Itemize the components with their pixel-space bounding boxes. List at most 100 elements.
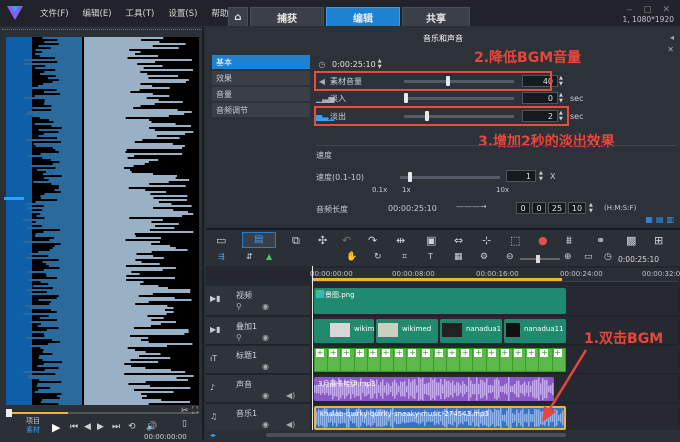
end-icon[interactable]: ⏭ bbox=[112, 422, 120, 432]
title-clip[interactable]: + bbox=[315, 349, 328, 371]
settings-icon[interactable]: ⚙ bbox=[480, 252, 488, 262]
text-icon[interactable]: T bbox=[428, 252, 433, 261]
length-spinner[interactable]: ▲ ▼ bbox=[589, 202, 597, 214]
toolbar-timecode[interactable]: 0:00:25:10 bbox=[618, 255, 659, 264]
title-clip[interactable]: + bbox=[341, 349, 354, 371]
loop-icon[interactable]: ↻ bbox=[374, 252, 382, 262]
home-start-icon[interactable]: ⏮ bbox=[70, 422, 78, 432]
track-manager-icon[interactable]: ⇶ bbox=[218, 252, 225, 261]
zoom-slider[interactable] bbox=[520, 255, 560, 263]
effects-icon[interactable]: ✣ bbox=[318, 234, 327, 247]
mute-icon[interactable]: ◉ bbox=[262, 333, 269, 342]
split-icon[interactable]: ⇹ bbox=[396, 234, 405, 247]
fullscreen-icon[interactable]: ⛶ bbox=[192, 406, 198, 416]
volume-icon[interactable]: ◀) bbox=[286, 420, 295, 429]
panel-grip[interactable] bbox=[2, 29, 202, 33]
next-frame-icon[interactable]: ▶ bbox=[97, 422, 104, 432]
speed-input[interactable]: 1 bbox=[506, 170, 536, 182]
repeat-icon[interactable]: ⟲ bbox=[128, 422, 136, 432]
overlay-clip[interactable]: wikime bbox=[314, 319, 374, 343]
speed-spinner[interactable]: ▲ ▼ bbox=[539, 170, 547, 182]
subtitle-icon[interactable]: ▩ bbox=[626, 234, 636, 247]
length-hours[interactable]: 0 bbox=[516, 202, 530, 214]
duration-value[interactable]: 0:00:25:10 bbox=[332, 60, 376, 69]
close-panel-icon[interactable]: ✕ bbox=[667, 45, 674, 54]
mode-clip[interactable]: 素材 bbox=[26, 426, 40, 435]
list-icon[interactable]: ▥ bbox=[666, 215, 674, 224]
volume-icon[interactable]: 🔊 bbox=[146, 422, 157, 432]
timeline-ruler[interactable]: 00:00:00:00 00:00:08:00 00:00:16:00 00:0… bbox=[310, 268, 680, 282]
side-tab-audio-adjust[interactable]: 音频调节 bbox=[212, 103, 310, 117]
tab-share[interactable]: 共享 bbox=[402, 7, 470, 26]
clip-background-image[interactable]: 背景图.png bbox=[314, 288, 566, 314]
title-clip[interactable]: + bbox=[433, 349, 447, 371]
tab-home[interactable]: ⌂ bbox=[228, 7, 248, 26]
menu-edit[interactable]: 编辑(E) bbox=[83, 7, 112, 19]
tab-capture[interactable]: 捕获 bbox=[250, 7, 324, 26]
device-icon[interactable]: ▯ bbox=[182, 419, 187, 429]
work-area-bar[interactable] bbox=[312, 278, 562, 281]
scrub-handle[interactable] bbox=[6, 409, 12, 417]
title-clip[interactable]: + bbox=[420, 349, 433, 371]
fit-icon[interactable]: ▭ bbox=[584, 252, 593, 262]
collapse-icon[interactable]: ◂ bbox=[670, 33, 674, 42]
marker-icon[interactable]: ▲ bbox=[266, 252, 272, 261]
mode-project[interactable]: 项目 bbox=[26, 417, 40, 426]
title-clip[interactable]: + bbox=[354, 349, 367, 371]
storyboard-view-icon[interactable]: ▭ bbox=[216, 234, 226, 247]
clip-volume-spinner[interactable]: ▲ ▼ bbox=[559, 75, 567, 87]
gallery-icon[interactable]: ▦ bbox=[645, 215, 653, 224]
audio-icon[interactable]: ⩩ bbox=[566, 234, 572, 248]
duration-spinner[interactable]: ▲ ▼ bbox=[378, 58, 386, 70]
title-clip[interactable]: + bbox=[513, 349, 526, 371]
music-clip-bgm[interactable]: khalab-quirky-quirky-sneaky-music-274543… bbox=[314, 406, 566, 430]
timeline-scrollbar[interactable]: ◂▸ bbox=[206, 430, 680, 440]
overlay-clip[interactable]: nanadua11 bbox=[440, 319, 502, 343]
voice-clip[interactable]: 3月最卡哇伊.mp3 bbox=[314, 377, 554, 401]
scroll-thumb[interactable] bbox=[266, 433, 566, 437]
side-tab-basic[interactable]: 基本 bbox=[212, 55, 310, 69]
record-icon[interactable]: ● bbox=[538, 234, 548, 247]
menu-file[interactable]: 文件(F) bbox=[40, 7, 69, 19]
motion-icon[interactable]: ⊹ bbox=[482, 234, 491, 247]
chain-icon[interactable]: ⚭ bbox=[596, 234, 605, 247]
window-controls-icon[interactable]: ‒ ▢ ✕ bbox=[623, 6, 674, 15]
track-header-video[interactable]: ▶▮ 视频 ⚲ ◉ bbox=[206, 286, 310, 316]
track-header-music[interactable]: ♫ 音乐1 ◉ ◀) bbox=[206, 404, 310, 432]
link-icon[interactable]: ⚲ bbox=[236, 333, 242, 342]
title-clip[interactable]: + bbox=[367, 349, 381, 371]
title-clip[interactable]: + bbox=[394, 349, 407, 371]
scissors-icon[interactable]: ✂ bbox=[181, 406, 189, 416]
tab-edit[interactable]: 编辑 bbox=[326, 7, 400, 26]
title-clip[interactable]: + bbox=[460, 349, 473, 371]
side-tab-volume[interactable]: 音量 bbox=[212, 87, 310, 101]
grid-icon[interactable]: ⊞ bbox=[654, 234, 663, 247]
fade-in-knob[interactable] bbox=[404, 92, 408, 103]
speed-slider[interactable] bbox=[400, 172, 500, 182]
scroll-controls-icon[interactable]: ◂▸ bbox=[210, 432, 216, 439]
folder-icon[interactable]: ▤ bbox=[656, 215, 664, 224]
menu-settings[interactable]: 设置(S) bbox=[168, 7, 197, 19]
mask-icon[interactable]: ⬚ bbox=[510, 234, 520, 247]
mute-icon[interactable]: ◉ bbox=[262, 362, 269, 371]
title-clip[interactable]: + bbox=[407, 349, 420, 371]
track-header-voice[interactable]: ♪ 声音 ◉ ◀) bbox=[206, 375, 310, 403]
zoom-out-icon[interactable]: ⊖ bbox=[506, 252, 514, 262]
title-clip-strip[interactable]: + + + + + + + + + + + + + + + + + + + bbox=[314, 348, 566, 372]
zoom-knob[interactable] bbox=[536, 255, 540, 263]
preview-timecode[interactable]: 00:00:00:00 bbox=[144, 433, 187, 441]
resize-icon[interactable]: ⇔ bbox=[454, 234, 463, 247]
mute-icon[interactable]: ◉ bbox=[262, 420, 269, 429]
track-header-title[interactable]: ıT 标题1 ◉ bbox=[206, 346, 310, 374]
copy-icon[interactable]: ⧉ bbox=[292, 234, 300, 248]
title-clip[interactable]: + bbox=[486, 349, 499, 371]
zoom-in-icon[interactable]: ⊕ bbox=[564, 252, 572, 262]
speed-knob[interactable] bbox=[408, 172, 412, 182]
fade-in-input[interactable]: 0 bbox=[522, 92, 558, 104]
length-minutes[interactable]: 0 bbox=[532, 202, 546, 214]
title-clip[interactable]: + bbox=[328, 349, 341, 371]
undo-icon[interactable]: ↶ bbox=[342, 234, 351, 247]
fade-in-slider[interactable] bbox=[404, 92, 514, 103]
menu-tools[interactable]: 工具(T) bbox=[126, 7, 155, 19]
screen-icon[interactable]: ▣ bbox=[426, 234, 436, 247]
